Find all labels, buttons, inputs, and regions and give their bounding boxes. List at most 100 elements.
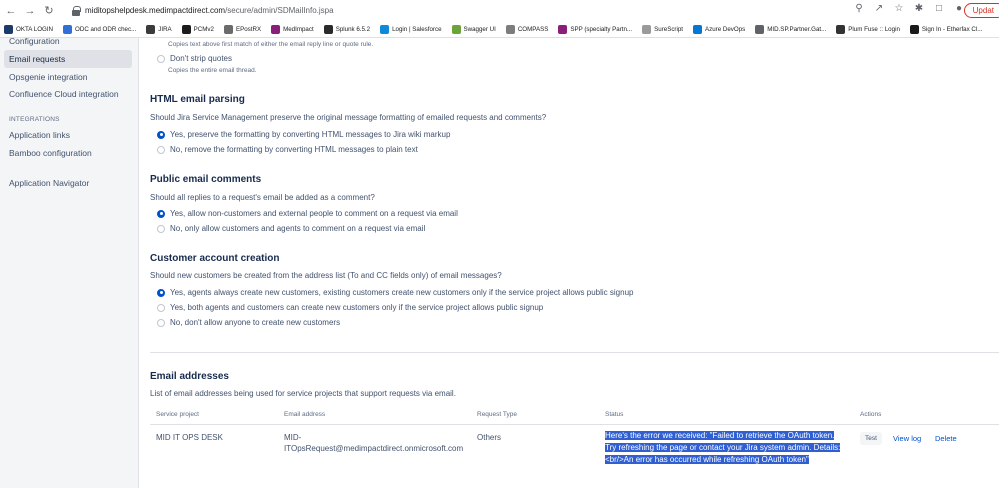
bookmark-label: Sign In - Etherfax Cl... [921, 25, 983, 33]
forward-arrow-icon[interactable]: → [22, 5, 38, 17]
globe-icon [755, 24, 765, 34]
sidebar-item-app-navigator[interactable]: Application Navigator [4, 174, 132, 192]
bookmark-item[interactable]: SPP (specialty Partn... [558, 24, 633, 34]
sidepanel-icon[interactable]: □ [933, 3, 945, 15]
star-icon[interactable]: ☆ [893, 3, 905, 15]
radio-label: Yes, agents always create new customers,… [170, 288, 634, 297]
plum-icon [836, 24, 846, 34]
delete-link[interactable]: Delete [935, 434, 957, 443]
bookmark-item[interactable]: Sign In - Etherfax Cl... [909, 24, 983, 34]
column-header-actions: Actions [860, 411, 882, 418]
radio-label: Yes, allow non-customers and external pe… [170, 209, 458, 218]
admin-sidebar: Configuration Email requests Opsgenie in… [0, 36, 139, 488]
epostrx-icon [223, 24, 233, 34]
bookmark-item[interactable]: Splunk 6.5.2 [323, 24, 371, 34]
radio-button[interactable] [157, 54, 165, 63]
swagger-icon [451, 24, 461, 34]
share-icon[interactable]: ↗ [873, 3, 885, 15]
cell-status-error: Here's the error we received: "Failed to… [605, 430, 845, 466]
strip-option-description: Copies text above first match of either … [168, 41, 374, 48]
sidebar-item-email-requests[interactable]: Email requests [4, 50, 132, 68]
bookmark-label: COMPASS [517, 25, 549, 33]
bookmark-item[interactable]: Login | Salesforce [380, 24, 442, 34]
section-question-public-comments: Should all replies to a request's email … [150, 193, 375, 202]
salesforce-icon [380, 24, 390, 34]
pcm-icon [181, 24, 191, 34]
cell-email-address: MID- ITOpsRequest@medimpactdirect.onmicr… [284, 432, 463, 454]
sidebar-item-opsgenie[interactable]: Opsgenie integration [4, 68, 132, 86]
sidebar-heading-integrations: INTEGRATIONS [9, 116, 60, 123]
test-button[interactable]: Test [860, 432, 882, 445]
url-host: miditopshelpdesk.medimpactdirect.com [85, 6, 226, 15]
radio-button-selected[interactable] [157, 130, 165, 139]
bookmark-label: Splunk 6.5.2 [335, 25, 371, 33]
radio-only-customers[interactable]: No, only allow customers and agents to c… [157, 224, 425, 233]
view-log-link[interactable]: View log [893, 434, 921, 443]
section-title-public-comments: Public email comments [150, 174, 262, 185]
radio-label: No, only allow customers and agents to c… [170, 224, 426, 233]
update-button[interactable]: Updat [963, 3, 999, 18]
bookmark-label: SPP (specialty Partn... [570, 25, 633, 33]
radio-preserve-formatting[interactable]: Yes, preserve the formatting by converti… [157, 130, 450, 139]
browser-address-bar: ← → ↻ miditopshelpdesk.medimpactdirect.c… [0, 0, 999, 21]
sidebar-item-application-links[interactable]: Application links [4, 126, 132, 144]
radio-label: No, remove the formatting by converting … [170, 145, 418, 154]
bookmark-label: Plum Fuse :: Login [848, 25, 900, 33]
bookmark-label: SureScript [654, 25, 684, 33]
section-title-html-parsing: HTML email parsing [150, 94, 245, 105]
radio-allow-noncustomers[interactable]: Yes, allow non-customers and external pe… [157, 209, 458, 218]
radio-label: Yes, preserve the formatting by converti… [170, 130, 451, 139]
sidebar-item-bamboo[interactable]: Bamboo configuration [4, 144, 132, 162]
column-header-email-address: Email address [284, 411, 326, 418]
radio-button[interactable] [157, 318, 165, 327]
section-question-html-parsing: Should Jira Service Management preserve … [150, 113, 547, 122]
bookmark-label: Azure DevOps [705, 25, 746, 33]
lock-icon[interactable] [71, 5, 81, 16]
radio-remove-formatting[interactable]: No, remove the formatting by converting … [157, 145, 418, 154]
bookmark-item[interactable]: Azure DevOps [693, 24, 746, 34]
bookmark-item[interactable]: JIRA [146, 24, 172, 34]
radio-button[interactable] [157, 303, 165, 312]
status-line-2: Try refreshing the page or contact your … [605, 443, 841, 452]
bookmark-item[interactable]: PCMv2 [181, 24, 214, 34]
medimpact-icon [271, 24, 281, 34]
radio-button-selected[interactable] [157, 288, 165, 297]
reload-icon[interactable]: ↻ [41, 4, 57, 17]
bookmark-label: MID.SP.Partner.Gat... [767, 25, 827, 33]
back-arrow-icon[interactable]: ← [3, 5, 19, 17]
radio-button[interactable] [157, 145, 165, 154]
sidebar-item-configuration[interactable]: Configuration [4, 32, 132, 50]
dont-strip-description: Copies the entire email thread. [168, 67, 257, 74]
radio-dont-allow[interactable]: No, don't allow anyone to create new cus… [157, 318, 340, 327]
bookmark-item[interactable]: EPostRX [223, 24, 261, 34]
bookmark-item[interactable]: COMPASS [505, 24, 549, 34]
radio-agents-always-create[interactable]: Yes, agents always create new customers,… [157, 288, 633, 297]
status-line-3: <br/>An error has occurred while refresh… [605, 455, 809, 464]
radio-both-create[interactable]: Yes, both agents and customers can creat… [157, 303, 543, 312]
column-header-status: Status [605, 411, 624, 418]
bookmark-item[interactable]: SureScript [642, 24, 684, 34]
main-content: Copies text above first match of either … [139, 38, 999, 488]
url-field[interactable]: miditopshelpdesk.medimpactdirect.com/sec… [85, 6, 334, 15]
url-path: /secure/admin/SDMailInfo.jspa [225, 6, 334, 15]
cell-request-type: Others [477, 433, 502, 442]
zoom-icon[interactable]: ⚲ [853, 3, 865, 15]
spp-icon [558, 24, 568, 34]
sidebar-item-confluence[interactable]: Confluence Cloud integration [4, 85, 132, 103]
email-line-2: ITOpsRequest@medimpactdirect.onmicrosoft… [284, 444, 464, 453]
radio-label: Don't strip quotes [170, 54, 233, 63]
section-title-email-addresses: Email addresses [150, 371, 229, 382]
bookmark-item[interactable]: MedImpact [271, 24, 314, 34]
section-question-customer-creation: Should new customers be created from the… [150, 271, 502, 280]
radio-dont-strip[interactable]: Don't strip quotes [157, 54, 232, 63]
bookmark-item[interactable]: Swagger UI [451, 24, 496, 34]
azure-icon [693, 24, 703, 34]
bookmark-item[interactable]: Plum Fuse :: Login [836, 24, 900, 34]
extensions-icon[interactable]: ✱ [913, 3, 925, 15]
status-line-1: Here's the error we received: "Failed to… [605, 431, 835, 440]
bookmark-item[interactable]: MID.SP.Partner.Gat... [755, 24, 827, 34]
etherfax-icon [909, 24, 919, 34]
radio-button[interactable] [157, 224, 165, 233]
bookmark-label: MedImpact [283, 25, 314, 33]
radio-button-selected[interactable] [157, 209, 165, 218]
